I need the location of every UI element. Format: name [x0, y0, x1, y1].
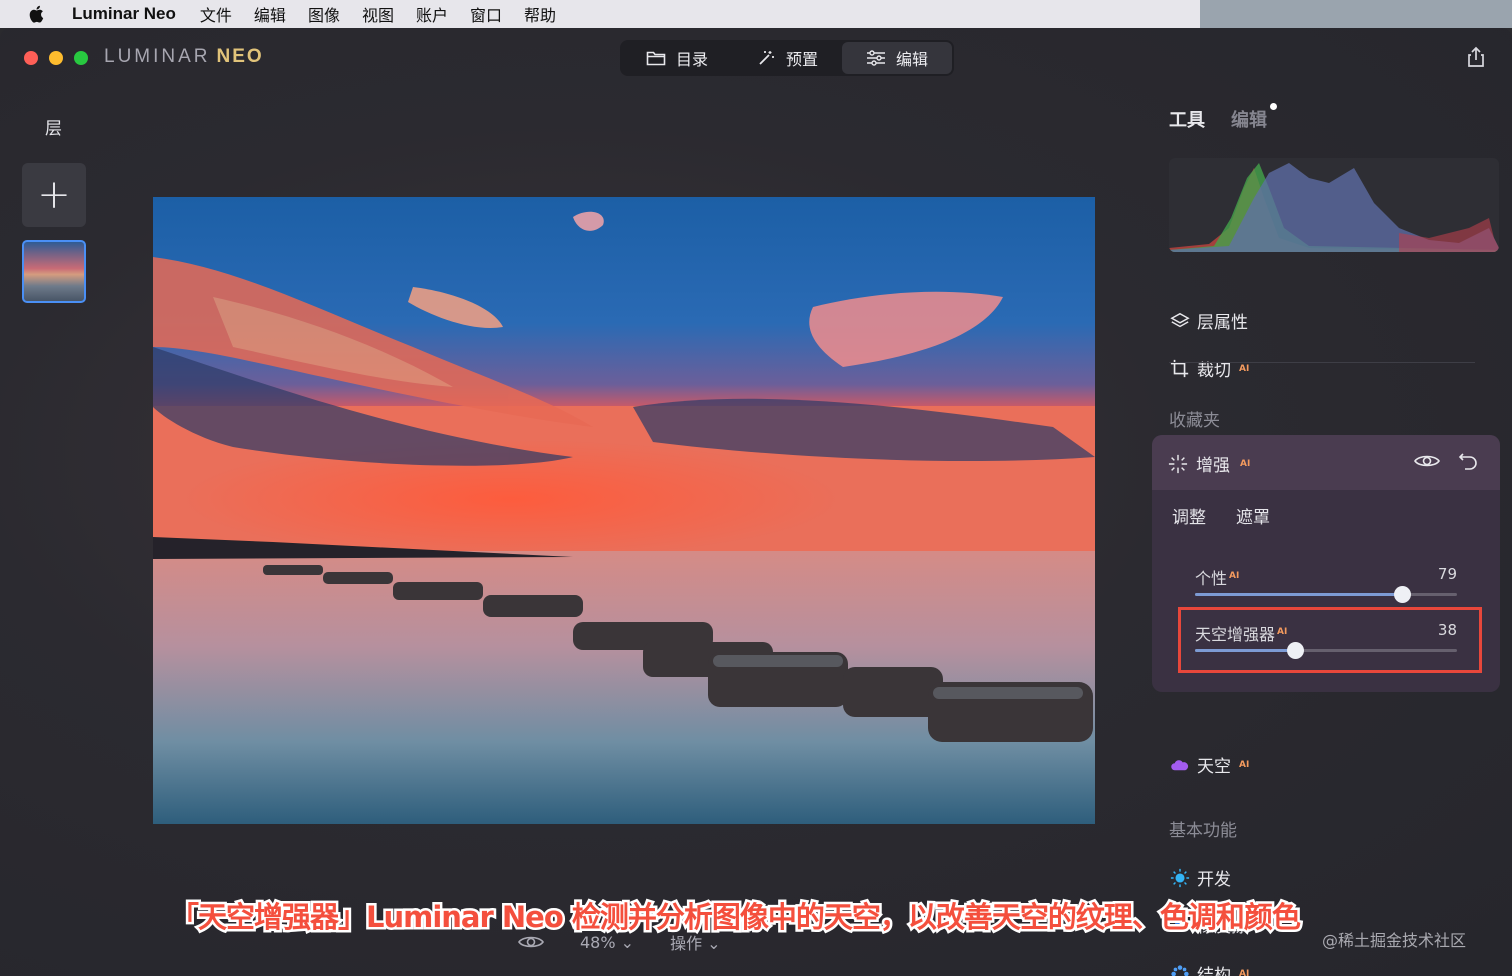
- tool-sky-label: 天空: [1197, 757, 1231, 777]
- sparkle-icon: [1168, 454, 1188, 473]
- slider-personality-label: 个性 AI: [1195, 569, 1240, 588]
- menu-bar: Luminar Neo 文件 编辑 图像 视图 账户 窗口 帮助: [0, 0, 1512, 28]
- visibility-eye-icon[interactable]: [1414, 453, 1440, 469]
- sliders-icon: [867, 50, 886, 66]
- tool-crop-label: 裁切: [1197, 361, 1231, 381]
- photo-canvas[interactable]: [153, 197, 1095, 824]
- slider-sky-enhancer-value: 38: [1437, 621, 1457, 639]
- tool-layer-properties-label: 层属性: [1197, 313, 1248, 333]
- menu-account[interactable]: 账户: [416, 2, 448, 26]
- sun-icon: [1169, 867, 1191, 889]
- zoom-window-button[interactable]: [74, 51, 88, 65]
- app-menu[interactable]: Luminar Neo: [72, 4, 176, 24]
- cloud-icon: [1169, 754, 1191, 776]
- favorites-section-label: 收藏夹: [1169, 411, 1220, 431]
- tab-catalog-label: 目录: [676, 50, 709, 69]
- edits-indicator-dot: [1270, 103, 1277, 110]
- slider-knob[interactable]: [1286, 642, 1304, 659]
- tab-edit-label: 编辑: [896, 50, 929, 69]
- histogram: [1169, 158, 1499, 252]
- enhance-tool-header[interactable]: 增强 AI: [1152, 435, 1500, 490]
- tab-edit[interactable]: 编辑: [842, 42, 953, 74]
- ai-badge: AI: [1240, 458, 1251, 469]
- menubar-status-area: [1200, 0, 1512, 28]
- menu-help[interactable]: 帮助: [524, 2, 556, 26]
- reset-undo-icon[interactable]: [1458, 451, 1478, 471]
- app-window: LUMINAR NEO 目录 预置 编辑 层 + 48% ⌄ 操作 ⌄ 工具 编…: [0, 28, 1512, 976]
- tab-edits[interactable]: 编辑: [1231, 103, 1277, 132]
- brand-logo: LUMINAR NEO: [104, 46, 264, 67]
- tool-sky[interactable]: 天空 AI: [1169, 752, 1249, 777]
- video-caption-overlay: 「天空增强器」Luminar Neo 检测并分析图像中的天空，以改善天空的纹理、…: [168, 898, 1304, 937]
- watermark: @稀土掘金技术社区: [1322, 931, 1467, 950]
- menu-image[interactable]: 图像: [308, 2, 340, 26]
- enhance-tool-card: 增强 AI 调整 遮罩 个性 AI 79 天空增强器 AI 38: [1152, 435, 1500, 692]
- tool-layer-properties[interactable]: 层属性: [1169, 308, 1248, 333]
- close-window-button[interactable]: [24, 51, 38, 65]
- tab-presets[interactable]: 预置: [732, 42, 842, 74]
- enhance-title: 增强: [1196, 456, 1230, 476]
- subtab-adjust[interactable]: 调整: [1172, 503, 1206, 528]
- slider-track[interactable]: [1195, 642, 1457, 659]
- tool-crop[interactable]: 裁切 AI: [1169, 356, 1249, 381]
- slider-track[interactable]: [1195, 586, 1457, 603]
- slider-knob[interactable]: [1393, 586, 1411, 603]
- ai-badge: AI: [1239, 363, 1250, 374]
- menu-edit[interactable]: 编辑: [254, 2, 286, 26]
- tab-presets-label: 预置: [786, 50, 819, 69]
- eye-icon[interactable]: [518, 934, 544, 950]
- ai-badge: AI: [1239, 759, 1250, 770]
- apple-icon[interactable]: [28, 5, 50, 23]
- essentials-section-label: 基本功能: [1169, 821, 1237, 841]
- layers-icon: [1169, 310, 1191, 332]
- layers-panel-title: 层: [45, 119, 62, 139]
- minimize-window-button[interactable]: [49, 51, 63, 65]
- share-icon[interactable]: [1466, 46, 1486, 68]
- ai-badge: AI: [1239, 968, 1250, 976]
- tool-develop[interactable]: 开发: [1169, 865, 1231, 890]
- crop-icon: [1169, 358, 1191, 380]
- title-bar: LUMINAR NEO 目录 预置 编辑: [0, 28, 1512, 88]
- tab-catalog[interactable]: 目录: [622, 42, 732, 74]
- folder-icon: [646, 51, 666, 66]
- plus-icon: +: [37, 172, 71, 218]
- tool-develop-label: 开发: [1197, 870, 1231, 890]
- slider-sky-enhancer-label: 天空增强器 AI: [1195, 625, 1288, 644]
- menu-file[interactable]: 文件: [200, 2, 232, 26]
- menu-view[interactable]: 视图: [362, 2, 394, 26]
- tool-structure-label: 结构: [1197, 966, 1231, 976]
- subtab-mask[interactable]: 遮罩: [1236, 503, 1270, 528]
- tool-structure[interactable]: 结构 AI: [1169, 961, 1249, 976]
- layer-thumbnail[interactable]: [22, 240, 86, 303]
- menu-window[interactable]: 窗口: [470, 2, 502, 26]
- magic-wand-icon: [759, 51, 775, 65]
- divider: [1169, 362, 1475, 363]
- slider-personality-value: 79: [1437, 565, 1457, 583]
- structure-icon: [1169, 963, 1191, 976]
- mode-switcher: 目录 预置 编辑: [620, 40, 955, 76]
- tab-tools[interactable]: 工具: [1169, 106, 1205, 132]
- add-layer-button[interactable]: +: [22, 163, 86, 227]
